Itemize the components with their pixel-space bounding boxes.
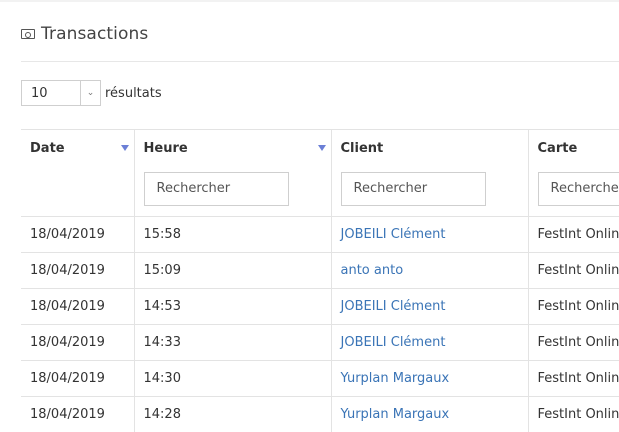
cell-time: 14:33 xyxy=(134,324,331,360)
client-link[interactable]: JOBEILI Clément xyxy=(341,227,446,242)
time-search-input[interactable]: Rechercher xyxy=(144,172,289,206)
card-search-input[interactable]: Rechercher xyxy=(538,172,619,206)
transactions-table: Date Heure Client Carte Rechercher xyxy=(21,130,619,432)
cell-time: 14:28 xyxy=(134,396,331,432)
table-row: 18/04/2019 14:53 JOBEILI Clément FestInt… xyxy=(21,288,619,324)
header-row: Date Heure Client Carte xyxy=(21,130,619,166)
sort-desc-icon[interactable] xyxy=(121,145,129,151)
cell-client: JOBEILI Clément xyxy=(331,216,528,252)
client-link[interactable]: anto anto xyxy=(341,263,404,278)
page-length-control: 10 ⌄ résultats xyxy=(21,80,162,106)
client-link[interactable]: JOBEILI Clément xyxy=(341,299,446,314)
cell-time: 15:09 xyxy=(134,252,331,288)
cell-time: 14:30 xyxy=(134,360,331,396)
table-row: 18/04/2019 15:58 JOBEILI Clément FestInt… xyxy=(21,216,619,252)
money-icon xyxy=(21,29,35,39)
column-header-label: Carte xyxy=(538,141,578,156)
page-length-value: 10 xyxy=(22,86,48,101)
transactions-table-container: Date Heure Client Carte Rechercher xyxy=(21,129,619,432)
page-header: Transactions xyxy=(21,22,148,46)
table-row: 18/04/2019 14:28 Yurplan Margaux FestInt… xyxy=(21,396,619,432)
cell-card: FestInt Online xyxy=(528,216,619,252)
column-header-label: Heure xyxy=(144,141,188,156)
cell-card: FestInt Online xyxy=(528,324,619,360)
cell-card: FestInt Online xyxy=(528,360,619,396)
cell-date: 18/04/2019 xyxy=(21,288,134,324)
table-row: 18/04/2019 14:30 Yurplan Margaux FestInt… xyxy=(21,360,619,396)
client-link[interactable]: Yurplan Margaux xyxy=(341,407,450,422)
client-link[interactable]: JOBEILI Clément xyxy=(341,335,446,350)
cell-date: 18/04/2019 xyxy=(21,324,134,360)
page-length-select[interactable]: 10 ⌄ xyxy=(21,80,101,106)
column-header-label: Client xyxy=(341,141,384,156)
table-row: 18/04/2019 15:09 anto anto FestInt Onlin… xyxy=(21,252,619,288)
filter-cell-empty xyxy=(21,166,134,216)
cell-card: FestInt Online xyxy=(528,252,619,288)
cell-card: FestInt Online xyxy=(528,288,619,324)
cell-client: Yurplan Margaux xyxy=(331,360,528,396)
filter-cell-card: Rechercher xyxy=(528,166,619,216)
cell-client: anto anto xyxy=(331,252,528,288)
cell-date: 18/04/2019 xyxy=(21,216,134,252)
column-header-date[interactable]: Date xyxy=(21,130,134,166)
client-link[interactable]: Yurplan Margaux xyxy=(341,371,450,386)
cell-time: 15:58 xyxy=(134,216,331,252)
cell-date: 18/04/2019 xyxy=(21,360,134,396)
client-search-input[interactable]: Rechercher xyxy=(341,172,486,206)
results-label: résultats xyxy=(105,86,162,101)
filter-row: Rechercher Rechercher Rechercher xyxy=(21,166,619,216)
filter-cell-time: Rechercher xyxy=(134,166,331,216)
top-border xyxy=(0,0,619,2)
cell-client: JOBEILI Clément xyxy=(331,324,528,360)
table-row: 18/04/2019 14:33 JOBEILI Clément FestInt… xyxy=(21,324,619,360)
column-header-card[interactable]: Carte xyxy=(528,130,619,166)
chevron-down-icon[interactable]: ⌄ xyxy=(80,81,100,105)
sort-desc-icon[interactable] xyxy=(318,145,326,151)
cell-client: Yurplan Margaux xyxy=(331,396,528,432)
header-divider xyxy=(21,61,619,62)
column-header-client[interactable]: Client xyxy=(331,130,528,166)
filter-cell-client: Rechercher xyxy=(331,166,528,216)
page-title: Transactions xyxy=(41,24,148,44)
cell-client: JOBEILI Clément xyxy=(331,288,528,324)
cell-card: FestInt Online xyxy=(528,396,619,432)
column-header-label: Date xyxy=(30,141,65,156)
cell-date: 18/04/2019 xyxy=(21,396,134,432)
column-header-time[interactable]: Heure xyxy=(134,130,331,166)
cell-date: 18/04/2019 xyxy=(21,252,134,288)
cell-time: 14:53 xyxy=(134,288,331,324)
